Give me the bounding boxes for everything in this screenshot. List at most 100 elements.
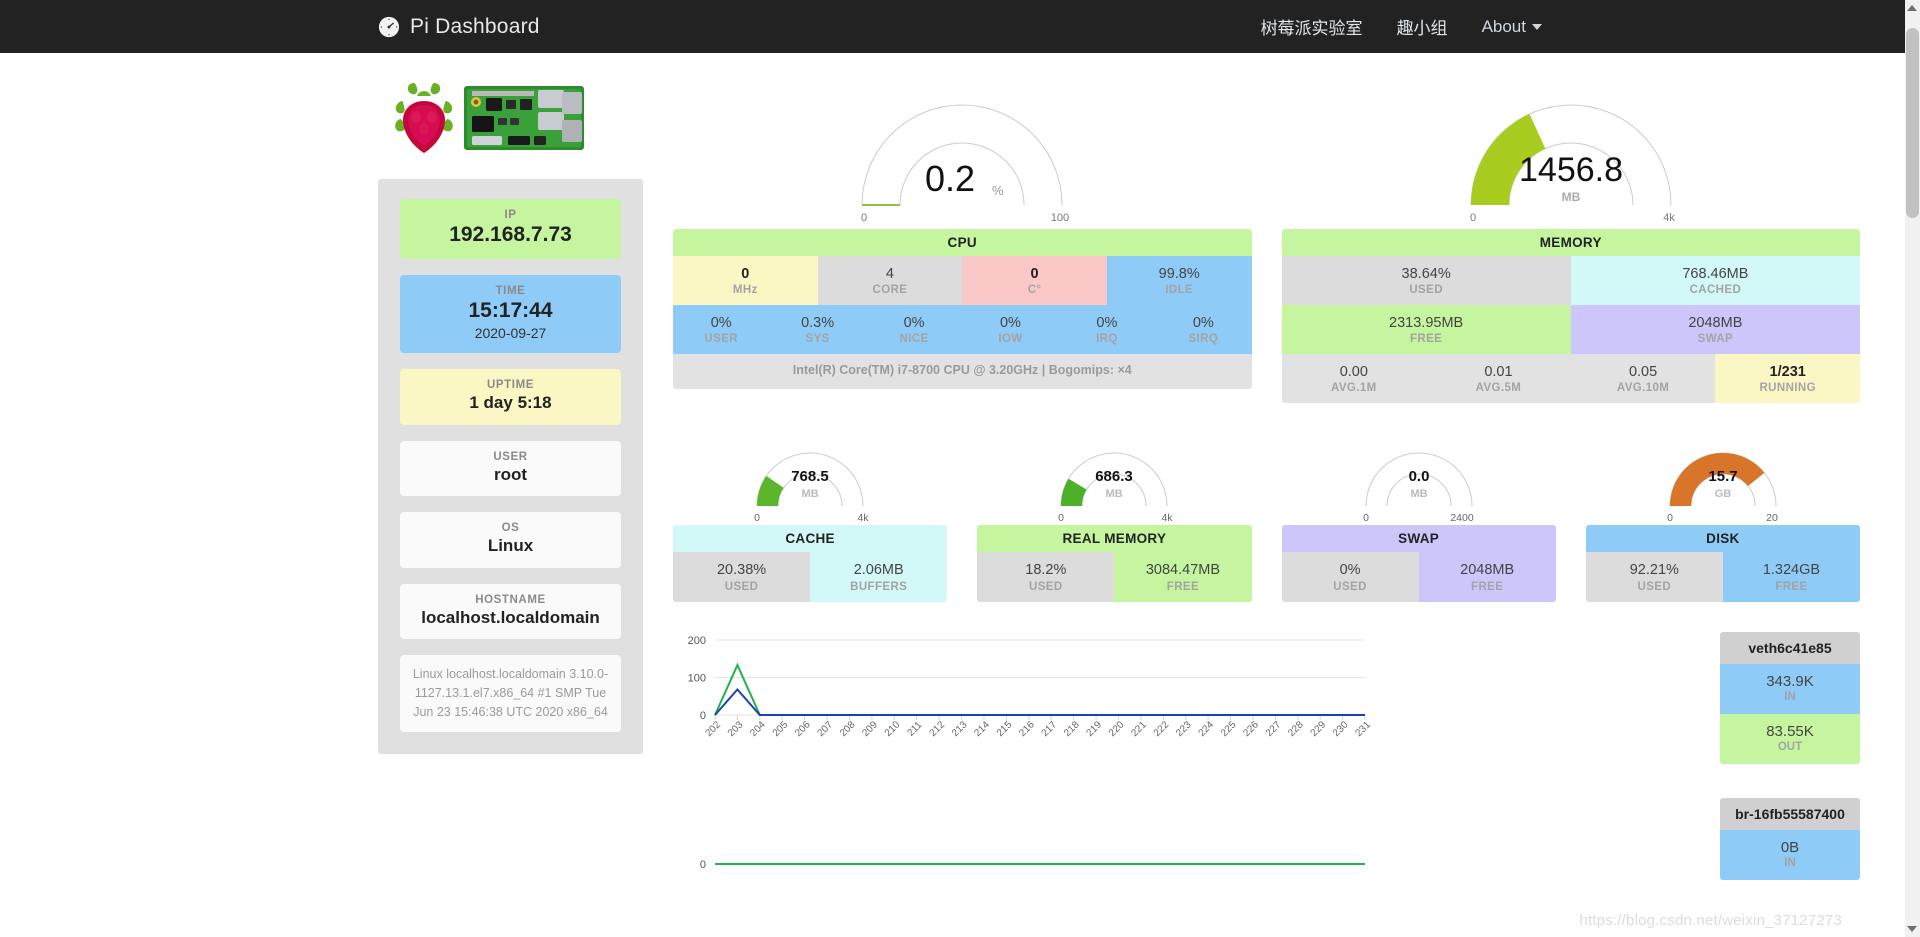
- real-free-key: FREE: [1166, 580, 1200, 593]
- brand-label: Pi Dashboard: [410, 14, 540, 38]
- network-br-in-value: 0B: [1780, 838, 1800, 856]
- disk-used-value: 92.21%: [1629, 562, 1679, 579]
- real-used-cell: 18.2% USED: [977, 552, 1115, 602]
- network-veth-out-key: OUT: [1777, 740, 1803, 753]
- nav-link-about[interactable]: About: [1482, 17, 1542, 37]
- mem-cached-key: CACHED: [1689, 284, 1742, 297]
- nav-link-lab[interactable]: 树莓派实验室: [1261, 14, 1363, 39]
- os-label: OS: [501, 522, 520, 535]
- svg-text:209: 209: [860, 719, 880, 739]
- disk-free-value: 1.324GB: [1762, 562, 1821, 579]
- memory-gauge-value: 1456.8: [1519, 151, 1623, 189]
- network-card-veth: veth6c41e85 343.9K IN 83.55K OUT: [1720, 631, 1860, 764]
- os-box: OS Linux: [400, 512, 621, 568]
- load-avg5-value: 0.01: [1484, 364, 1513, 381]
- cpu-gauge: 0 100 0.2 %: [861, 104, 1069, 224]
- uptime-box: UPTIME 1 day 5:18: [400, 369, 621, 425]
- memory-panel-row1: 38.64% USED 768.46MB CACHED: [1281, 256, 1860, 306]
- cache-used-cell: 20.38% USED: [673, 552, 811, 602]
- brand[interactable]: Pi Dashboard: [378, 15, 540, 39]
- cpu-idle-value: 99.8%: [1158, 266, 1200, 282]
- cache-buffers-value: 2.06MB: [853, 562, 904, 579]
- swap-gauge-max: 2400: [1450, 512, 1474, 524]
- mem-cached-cell: 768.46MB CACHED: [1570, 256, 1860, 306]
- disk-gauge-min: 0: [1667, 512, 1673, 524]
- nav-link-about-label: About: [1481, 16, 1526, 36]
- cpu-panel-row1: 0 MHz 4 CORE 0 C° 99.8% IDLE: [673, 256, 1252, 306]
- load-avg1-key: AVG.1M: [1330, 382, 1377, 395]
- svg-text:215: 215: [995, 719, 1015, 739]
- cpu-nice-cell: 0% NICE: [866, 305, 962, 354]
- big-gauge-row: 0 100 0.2 % 0 4k 1456.8 MB: [673, 69, 1860, 229]
- gauge-icon: [378, 16, 400, 37]
- real-memory-gauge-min: 0: [1058, 512, 1064, 524]
- ip-label: IP: [504, 209, 517, 221]
- cpu-sirq-key: SIRQ: [1188, 333, 1219, 346]
- date-value: 2020-09-27: [474, 325, 547, 342]
- cpu-sirq-cell: 0% SIRQ: [1155, 305, 1251, 354]
- memory-panel: MEMORY 38.64% USED 768.46MB CACHED 2313.…: [1281, 229, 1860, 407]
- network-chart-row-2: 0 br-16fb55587400 0B IN: [673, 797, 1860, 883]
- network-chart-2-area: 0: [673, 798, 1706, 883]
- mem-swap-key: SWAP: [1697, 333, 1734, 346]
- cache-gauge-max: 4k: [858, 512, 870, 524]
- network-veth-in-key: IN: [1784, 690, 1796, 703]
- disk-used-key: USED: [1637, 580, 1672, 593]
- svg-text:205: 205: [771, 719, 791, 739]
- scrollbar-thumb[interactable]: [1906, 28, 1919, 218]
- network-card-veth-in: 343.9K IN: [1720, 663, 1860, 714]
- svg-text:204: 204: [748, 719, 768, 739]
- scrollbar[interactable]: [1905, 0, 1920, 937]
- main-content: 0 100 0.2 % 0 4k 1456.8 MB CPU 0 MHz 4 C…: [673, 69, 1920, 883]
- real-memory-panel-title: REAL MEMORY: [977, 525, 1252, 553]
- svg-text:206: 206: [793, 719, 813, 739]
- real-used-value: 18.2%: [1025, 562, 1067, 579]
- disk-gauge-max: 20: [1766, 512, 1778, 524]
- scroll-down-icon[interactable]: [1907, 926, 1917, 932]
- cpu-sys-value: 0.3%: [801, 315, 835, 332]
- uptime-value: 1 day 5:18: [469, 393, 552, 413]
- swap-gauge-unit: MB: [1410, 488, 1427, 500]
- svg-text:222: 222: [1152, 719, 1172, 739]
- cpu-irq-key: IRQ: [1096, 333, 1118, 346]
- svg-text:202: 202: [703, 719, 723, 739]
- load-avg1-cell: 0.00 AVG.1M: [1282, 354, 1427, 403]
- svg-text:208: 208: [838, 719, 858, 739]
- nav-link-group[interactable]: 趣小组: [1397, 14, 1448, 39]
- time-value: 15:17:44: [468, 299, 553, 323]
- disk-block: 0 20 15.7 GB DISK 92.21% USED 1.324GB FR…: [1585, 433, 1860, 605]
- swap-gauge-min: 0: [1363, 512, 1369, 524]
- disk-gauge-unit: GB: [1715, 488, 1732, 500]
- svg-text:230: 230: [1331, 719, 1351, 739]
- mem-swap-cell: 2048MB SWAP: [1570, 305, 1860, 355]
- load-avg10-value: 0.05: [1628, 364, 1658, 381]
- cpu-irq-value: 0%: [1096, 315, 1118, 332]
- real-used-key: USED: [1029, 580, 1063, 593]
- cpu-user-key: USER: [704, 333, 738, 346]
- cache-buffers-key: BUFFERS: [850, 580, 908, 593]
- time-label: TIME: [495, 285, 526, 298]
- cpu-mhz-key: MHz: [732, 284, 758, 297]
- mem-cached-value: 768.46MB: [1682, 266, 1749, 282]
- svg-text:212: 212: [928, 719, 948, 739]
- svg-text:218: 218: [1062, 719, 1082, 739]
- network-card-veth-name: veth6c41e85: [1720, 631, 1860, 664]
- mem-free-cell: 2313.95MB FREE: [1281, 305, 1571, 355]
- scroll-up-icon[interactable]: [1907, 5, 1917, 11]
- svg-text:0: 0: [700, 859, 706, 871]
- cache-panel-row: 20.38% USED 2.06MB BUFFERS: [673, 552, 948, 602]
- cpu-user-value: 0%: [710, 315, 732, 332]
- swap-gauge: 0 2400 0.0 MB: [1363, 452, 1474, 524]
- cpu-gauge-unit: %: [992, 183, 1004, 198]
- mem-used-cell: 38.64% USED: [1281, 256, 1571, 306]
- stat-panel-row: CPU 0 MHz 4 CORE 0 C° 99.8% IDLE 0% USER…: [673, 229, 1860, 407]
- svg-text:214: 214: [972, 719, 992, 739]
- network-veth-in-value: 343.9K: [1766, 672, 1814, 690]
- svg-text:213: 213: [950, 719, 970, 739]
- ip-value: 192.168.7.73: [449, 223, 572, 246]
- cpu-idle-key: IDLE: [1165, 284, 1194, 297]
- disk-gauge-value: 15.7: [1708, 468, 1737, 485]
- cache-used-value: 20.38%: [716, 562, 767, 579]
- cpu-gauge-value: 0.2: [925, 158, 975, 199]
- svg-text:229: 229: [1309, 719, 1329, 739]
